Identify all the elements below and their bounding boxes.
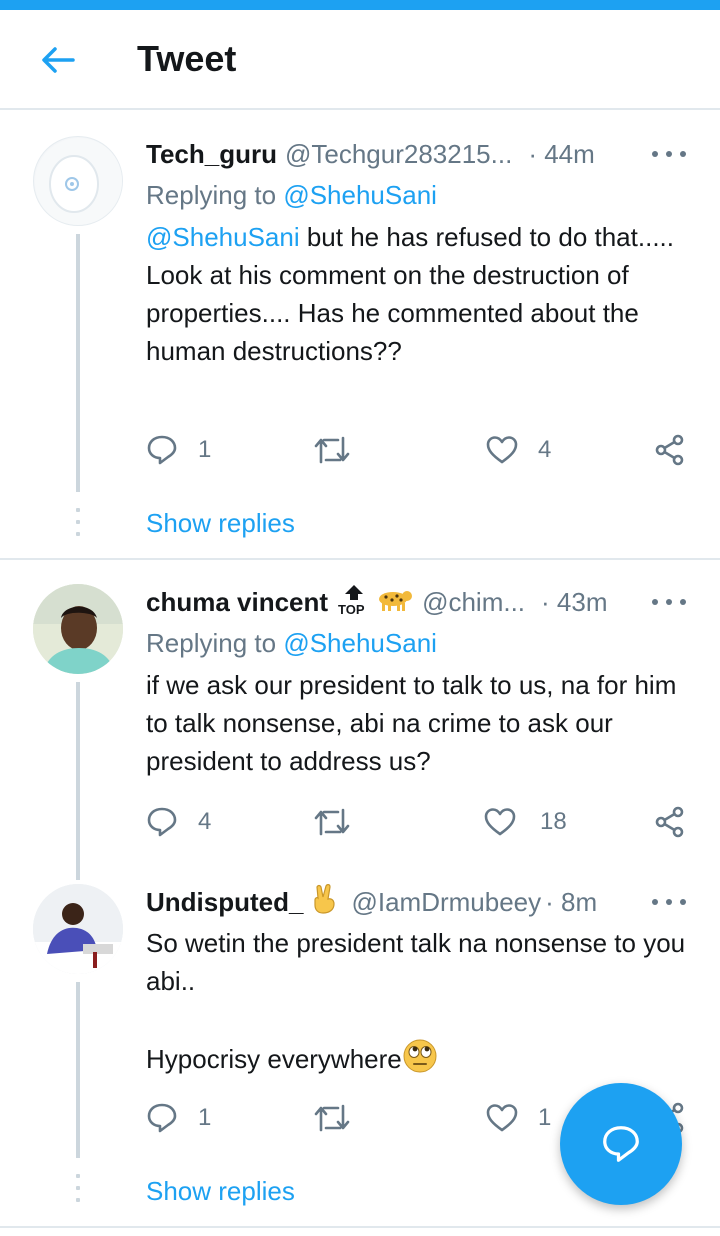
svg-text:TOP: TOP [338,602,365,615]
mention-link[interactable]: @ShehuSani [146,222,300,252]
tweet-text: So wetin the president talk na nonsense … [146,924,686,1084]
tweet-text: @ShehuSani but he has refused to do that… [146,222,674,366]
thread-line [76,682,80,880]
display-name[interactable]: chuma vincent [146,587,328,618]
display-name[interactable]: Tech_guru [146,139,277,170]
like-count: 4 [538,436,552,463]
thread-line [76,234,80,492]
share-icon [655,806,684,838]
retweet-button[interactable] [314,802,350,842]
avatar[interactable] [33,136,123,226]
divider [0,1226,720,1228]
share-button[interactable] [654,430,686,470]
timestamp[interactable]: · 8m [545,887,597,918]
tweet-1: Tech_guru @Techgur283215... · 44m Replyi… [0,112,720,560]
reply-count: 1 [198,1104,212,1131]
reply-icon [147,1103,177,1133]
tweet-2: chuma vincent TOP @chim... · 43m Replyin… [0,560,720,880]
timestamp[interactable]: · 43m [541,587,607,618]
user-handle[interactable]: @chim... [422,587,525,618]
status-accent-bar [0,0,720,10]
heart-icon [486,436,518,464]
reply-icon [147,807,177,837]
reply-icon [147,435,177,465]
victory-hand-emoji [309,883,339,922]
leopard-emoji [376,586,414,619]
eye-roll-emoji [402,1038,438,1084]
replying-to-link[interactable]: @ShehuSani [283,628,437,658]
tweet-actions: 1 4 [146,430,691,470]
heart-icon [486,1104,518,1132]
user-photo-icon [33,584,123,674]
tweet-actions: 4 18 [146,802,691,842]
avatar[interactable] [33,584,123,674]
display-name[interactable]: Undisputed_ [146,887,303,918]
tweet-meta: Undisputed_ @IamDrmubeey · 8m [146,883,597,922]
compose-reply-button[interactable] [560,1083,682,1205]
replying-to-link[interactable]: @ShehuSani [283,180,437,210]
like-count: 1 [538,1104,552,1131]
reply-button[interactable]: 4 [146,802,211,842]
like-button[interactable]: 1 [486,1098,551,1138]
reply-count: 1 [198,436,212,463]
timestamp[interactable]: · 44m [528,139,594,170]
thread-line [76,982,80,1158]
reply-button[interactable]: 1 [146,430,211,470]
show-replies-link[interactable]: Show replies [146,1176,295,1207]
more-options-button[interactable] [652,149,686,159]
top-arrow-emoji: TOP [336,583,374,622]
reply-count: 4 [198,808,212,835]
replying-to: Replying to @ShehuSani [146,180,437,210]
retweet-icon [314,808,350,836]
show-replies-link[interactable]: Show replies [146,508,295,539]
device-icon [35,138,122,225]
like-button[interactable]: 18 [484,802,567,842]
retweet-button[interactable] [314,1098,350,1138]
like-count: 18 [540,808,567,835]
retweet-icon [314,1104,350,1132]
page-title: Tweet [137,38,237,79]
arrow-left-icon [42,47,75,73]
more-options-button[interactable] [652,897,686,907]
share-button[interactable] [654,802,686,842]
reply-bubble-icon [603,1126,639,1162]
thread-dots [76,508,80,544]
user-handle[interactable]: @IamDrmubeey [351,887,541,918]
like-button[interactable]: 4 [486,430,551,470]
back-button[interactable] [36,40,80,80]
tweet-meta: Tech_guru @Techgur283215... · 44m [146,136,595,172]
top-header: Tweet [0,10,720,110]
more-options-button[interactable] [652,597,686,607]
heart-icon [484,808,516,836]
replying-to: Replying to @ShehuSani [146,628,437,658]
retweet-icon [314,436,350,464]
avatar[interactable] [33,884,123,974]
tweet-text: if we ask our president to talk to us, n… [146,670,677,776]
user-photo-icon [33,884,123,974]
reply-button[interactable]: 1 [146,1098,211,1138]
share-icon [655,434,684,466]
user-handle[interactable]: @Techgur283215... [285,139,512,170]
thread-dots [76,1174,80,1210]
tweet-meta: chuma vincent TOP @chim... · 43m [146,584,608,620]
retweet-button[interactable] [314,430,350,470]
